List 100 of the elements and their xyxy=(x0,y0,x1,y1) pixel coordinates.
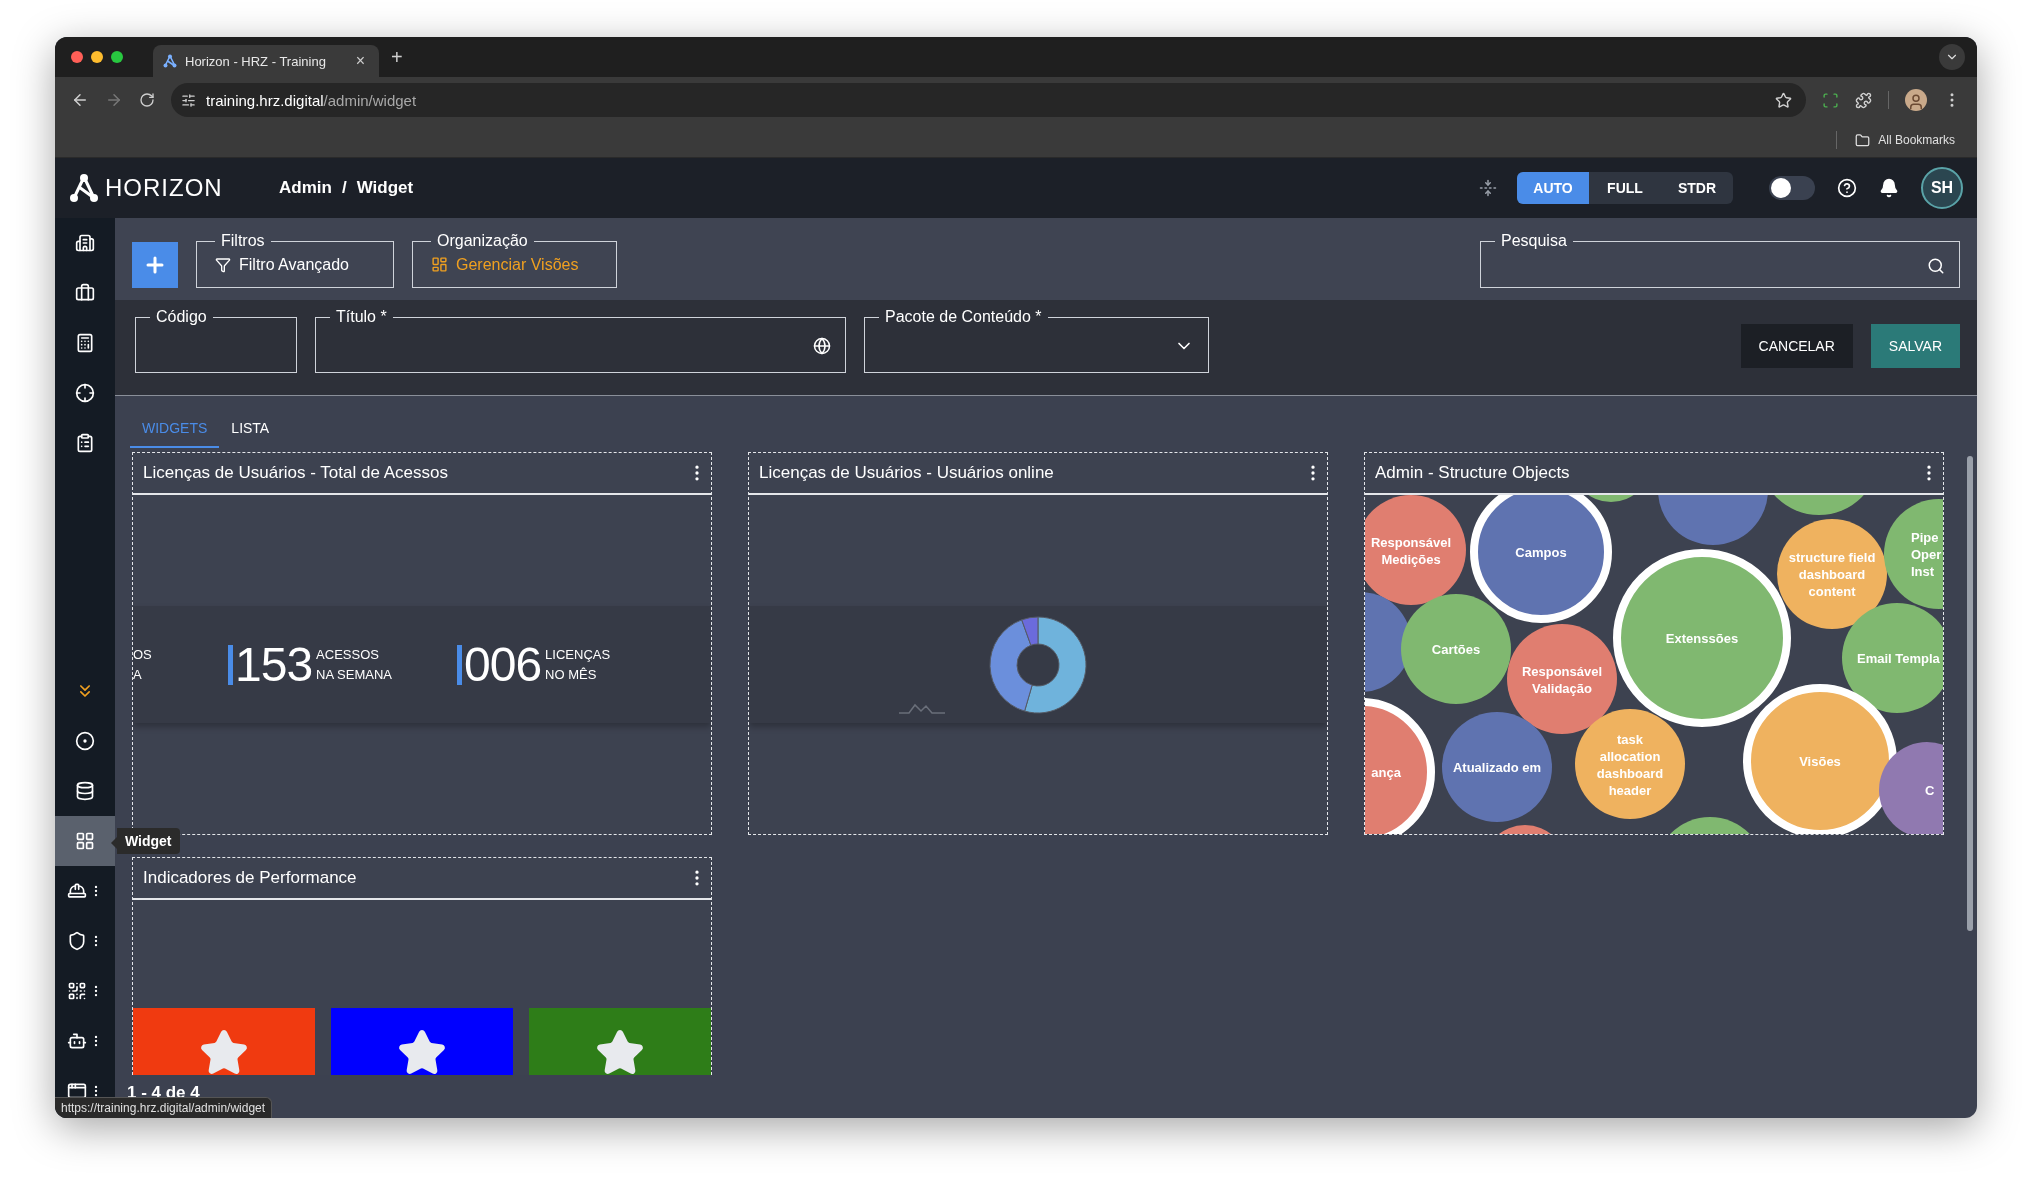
reload-icon[interactable] xyxy=(139,92,155,108)
advanced-filter-button[interactable]: Filtro Avançado xyxy=(215,255,349,282)
help-button[interactable] xyxy=(1837,178,1857,198)
new-tab-button[interactable]: + xyxy=(387,47,407,67)
close-tab-button[interactable]: × xyxy=(351,53,369,69)
extensions-icon[interactable] xyxy=(1855,91,1872,109)
search-field[interactable]: Pesquisa xyxy=(1480,232,1960,288)
mode-button[interactable]: FULL xyxy=(1589,172,1661,204)
globe-icon[interactable] xyxy=(813,337,831,355)
stat-accent-bar xyxy=(457,644,462,685)
nav-item[interactable] xyxy=(55,816,115,866)
dashboard-icon xyxy=(431,256,448,273)
stat-value: 006 xyxy=(464,637,542,692)
tab-list-button[interactable] xyxy=(1939,44,1965,70)
widget-title: Licenças de Usuários - Usuários online xyxy=(759,463,1055,483)
calculator-icon xyxy=(75,333,95,353)
save-button[interactable]: SALVAR xyxy=(1870,324,1960,368)
scan-icon[interactable] xyxy=(1822,91,1839,109)
stat-label: OS A xyxy=(133,645,152,684)
bubble[interactable] xyxy=(1743,684,1897,834)
bookmark-star-icon[interactable] xyxy=(1775,91,1792,109)
search-icon[interactable] xyxy=(1927,256,1945,275)
back-icon[interactable] xyxy=(71,91,89,109)
bubble[interactable] xyxy=(1365,698,1435,834)
breadcrumb-separator: / xyxy=(341,178,347,198)
bubble[interactable] xyxy=(1842,603,1943,713)
bubble[interactable] xyxy=(1613,549,1791,727)
url-text: training.hrz.digital/admin/widget xyxy=(206,91,417,109)
compress-icon[interactable] xyxy=(1479,179,1497,197)
bubble[interactable] xyxy=(1575,709,1685,819)
site-settings-icon[interactable] xyxy=(181,92,196,108)
manage-views-button[interactable]: Gerenciar Visões xyxy=(431,255,579,282)
mode-button[interactable]: STDR xyxy=(1661,172,1733,204)
form-field[interactable]: Código xyxy=(135,308,297,373)
address-bar[interactable]: training.hrz.digital/admin/widget xyxy=(171,83,1806,117)
star-icon xyxy=(397,1028,447,1075)
group-label: Filtros xyxy=(220,232,266,250)
field-label: Pacote de Conteúdo * xyxy=(884,308,1043,326)
bubble-label: task allocation dashboard header xyxy=(1596,731,1664,798)
qr-code-icon xyxy=(67,981,87,1001)
cancel-button[interactable]: CANCELAR xyxy=(1740,324,1853,368)
bubble[interactable] xyxy=(1442,712,1552,822)
widget-icon xyxy=(75,831,95,851)
bubble[interactable] xyxy=(1507,624,1617,734)
bubble-label: Cartões xyxy=(1431,642,1481,657)
crosshair-icon xyxy=(75,383,95,403)
building-icon xyxy=(75,233,95,253)
tab-title: Horizon - HRZ - Training xyxy=(185,53,327,69)
minimize-window-button[interactable] xyxy=(91,51,103,63)
bubble-label: Pipe Oper Inst xyxy=(1911,530,1942,579)
breadcrumb-item: Widget xyxy=(356,178,414,198)
worker-icon xyxy=(67,881,87,901)
all-bookmarks-button[interactable]: All Bookmarks xyxy=(1849,131,1961,149)
scrollbar-thumb[interactable] xyxy=(1967,456,1973,931)
sparkline-drawing xyxy=(899,701,945,715)
breadcrumb-item[interactable]: Admin xyxy=(279,178,332,198)
bubble[interactable] xyxy=(1365,495,1466,605)
shield-icon xyxy=(67,931,87,951)
widget-title: Indicadores de Performance xyxy=(143,868,358,888)
bubble-label: C xyxy=(1925,783,1935,798)
widget-title: Admin - Structure Objects xyxy=(1375,463,1571,483)
bubble-label: Email Templa xyxy=(1857,651,1940,666)
bubble-label: Atualizado em xyxy=(1452,760,1542,775)
close-window-button[interactable] xyxy=(71,51,83,63)
profile-avatar[interactable] xyxy=(1905,89,1927,111)
bubble-label: Campos xyxy=(1515,545,1567,560)
bubble[interactable] xyxy=(1470,495,1612,623)
field-label: Título * xyxy=(335,308,388,326)
logo-icon xyxy=(69,173,99,203)
maximize-window-button[interactable] xyxy=(111,51,123,63)
add-button[interactable] xyxy=(132,242,178,288)
bubble[interactable] xyxy=(1401,594,1511,704)
form-field[interactable]: Pacote de Conteúdo * xyxy=(864,308,1209,373)
bubble[interactable] xyxy=(1879,742,1943,834)
bubble-label: Visões xyxy=(1799,754,1841,769)
field-label: Código xyxy=(155,308,208,326)
form-field[interactable]: Título * xyxy=(315,308,846,373)
bubble-label: Extenssões xyxy=(1665,631,1739,646)
forward-icon[interactable] xyxy=(105,91,123,109)
notifications-button[interactable] xyxy=(1879,178,1899,198)
stat-accent-bar xyxy=(228,644,233,685)
bubble[interactable] xyxy=(1884,499,1943,609)
browser-tab[interactable]: Horizon - HRZ - Training × xyxy=(153,45,379,77)
star-icon xyxy=(199,1028,249,1075)
group-label: Organização xyxy=(436,232,529,250)
star-icon xyxy=(595,1028,645,1075)
database-icon xyxy=(75,781,95,801)
bubble-label: structure field dashboard content xyxy=(1788,550,1876,599)
filter-icon xyxy=(215,256,231,273)
briefcase-icon xyxy=(75,283,95,303)
view-tab[interactable]: LISTA xyxy=(219,410,282,448)
target-icon xyxy=(75,731,95,751)
user-avatar[interactable]: SH xyxy=(1921,167,1963,209)
logo-text: HORIZON xyxy=(105,174,223,202)
logo-icon xyxy=(163,54,177,68)
bubble-label: ança xyxy=(1371,765,1401,780)
theme-toggle[interactable] xyxy=(1769,176,1815,200)
clipboard-icon xyxy=(75,433,95,453)
folder-icon xyxy=(1855,132,1871,148)
bubble-label: Responsável Validação xyxy=(1521,663,1603,696)
